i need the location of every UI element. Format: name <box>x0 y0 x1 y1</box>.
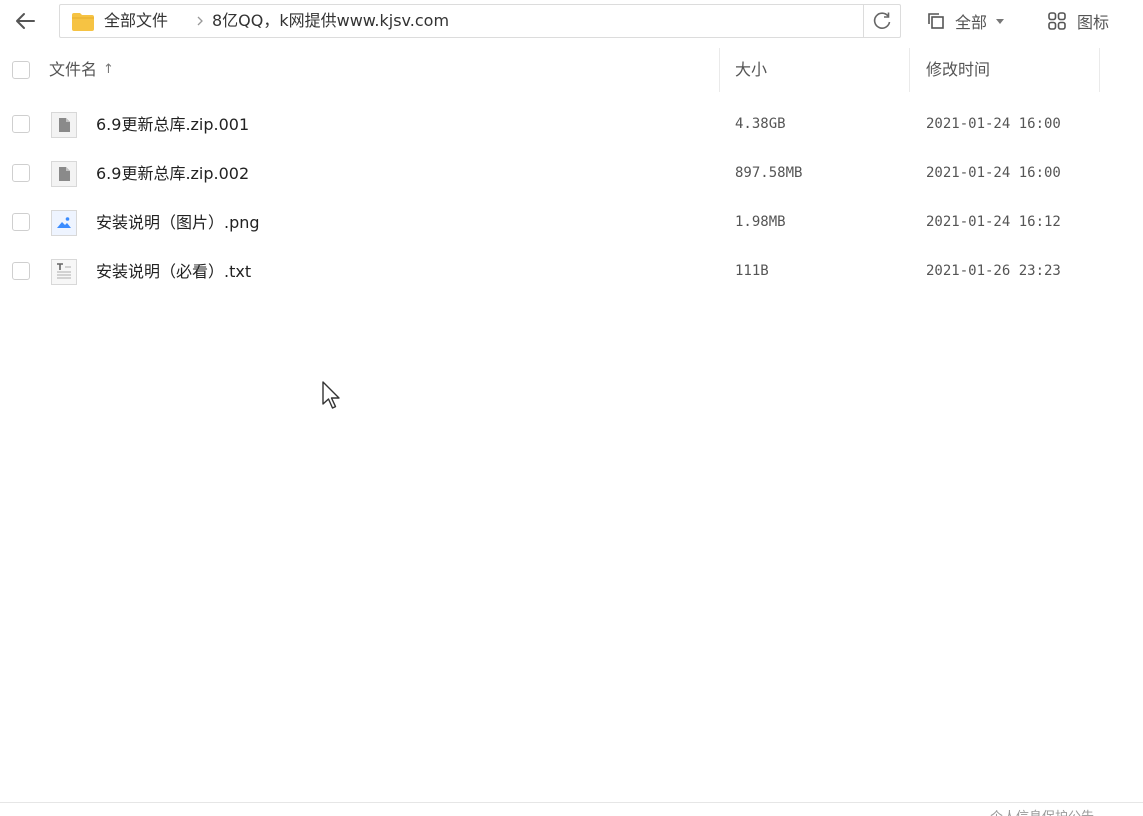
filter-label: 全部 <box>955 13 988 32</box>
file-row[interactable]: 6.9更新总库.zip.001 4.38GB 2021-01-24 16:00 <box>0 100 1143 149</box>
file-modified-time: 2021-01-26 23:23 <box>926 263 1061 279</box>
breadcrumb-root[interactable]: 全部文件 <box>104 5 168 37</box>
file-list: 6.9更新总库.zip.001 4.38GB 2021-01-24 16:00 … <box>0 100 1143 296</box>
file-row[interactable]: 安装说明（图片）.png 1.98MB 2021-01-24 16:12 <box>0 198 1143 247</box>
folder-icon <box>72 13 94 31</box>
chevron-right-icon <box>197 16 203 26</box>
file-row[interactable]: 6.9更新总库.zip.002 897.58MB 2021-01-24 16:0… <box>0 149 1143 198</box>
file-size: 897.58MB <box>735 165 803 181</box>
back-button[interactable] <box>10 6 40 36</box>
refresh-button[interactable] <box>863 5 900 37</box>
generic-file-icon <box>51 161 77 187</box>
view-mode-label: 图标 <box>1077 13 1110 32</box>
file-size: 4.38GB <box>735 116 786 132</box>
file-size: 1.98MB <box>735 214 786 230</box>
column-header-size[interactable]: 大小 <box>735 46 767 94</box>
image-file-icon <box>51 210 77 236</box>
column-header-name[interactable]: 文件名 ↑ <box>49 46 114 94</box>
file-modified-time: 2021-01-24 16:00 <box>926 116 1061 132</box>
row-checkbox[interactable] <box>12 213 30 231</box>
caret-down-icon <box>996 19 1005 24</box>
column-header-modified[interactable]: 修改时间 <box>926 46 990 94</box>
column-divider[interactable] <box>909 48 910 92</box>
file-name[interactable]: 6.9更新总库.zip.002 <box>96 149 249 198</box>
file-modified-time: 2021-01-24 16:12 <box>926 214 1061 230</box>
file-name[interactable]: 6.9更新总库.zip.001 <box>96 100 249 149</box>
breadcrumb-current-folder[interactable]: 8亿QQ，k网提供www.kjsv.com <box>212 5 449 37</box>
sort-ascending-icon: ↑ <box>103 62 114 77</box>
column-header-name-label: 文件名 <box>49 60 98 79</box>
arrow-left-icon <box>16 13 35 29</box>
column-divider[interactable] <box>719 48 720 92</box>
breadcrumb: 全部文件 8亿QQ，k网提供www.kjsv.com <box>59 4 901 38</box>
view-mode-button[interactable]: 图标 <box>1047 6 1109 36</box>
row-checkbox[interactable] <box>12 164 30 182</box>
select-all-checkbox[interactable] <box>12 61 30 79</box>
generic-file-icon <box>51 112 77 138</box>
file-row[interactable]: 安装说明（必看）.txt 111B 2021-01-26 23:23 <box>0 247 1143 296</box>
footer-divider <box>0 802 1143 803</box>
file-modified-time: 2021-01-24 16:00 <box>926 165 1061 181</box>
refresh-icon <box>873 12 891 29</box>
grid-view-icon <box>1048 12 1066 30</box>
column-divider[interactable] <box>1099 48 1100 92</box>
file-name[interactable]: 安装说明（图片）.png <box>96 198 260 247</box>
mouse-pointer-icon <box>322 381 340 409</box>
toolbar: 全部文件 8亿QQ，k网提供www.kjsv.com 全部 图标 <box>0 0 1143 44</box>
file-name[interactable]: 安装说明（必看）.txt <box>96 247 251 296</box>
row-checkbox[interactable] <box>12 115 30 133</box>
copy-icon <box>928 13 944 29</box>
file-list-header: 文件名 ↑ 大小 修改时间 <box>0 46 1143 94</box>
file-size: 111B <box>735 263 769 279</box>
filter-dropdown[interactable]: 全部 <box>927 6 1005 36</box>
privacy-notice-link[interactable]: 个人信息保护公告 <box>990 805 1143 816</box>
row-checkbox[interactable] <box>12 262 30 280</box>
text-file-icon <box>51 259 77 285</box>
